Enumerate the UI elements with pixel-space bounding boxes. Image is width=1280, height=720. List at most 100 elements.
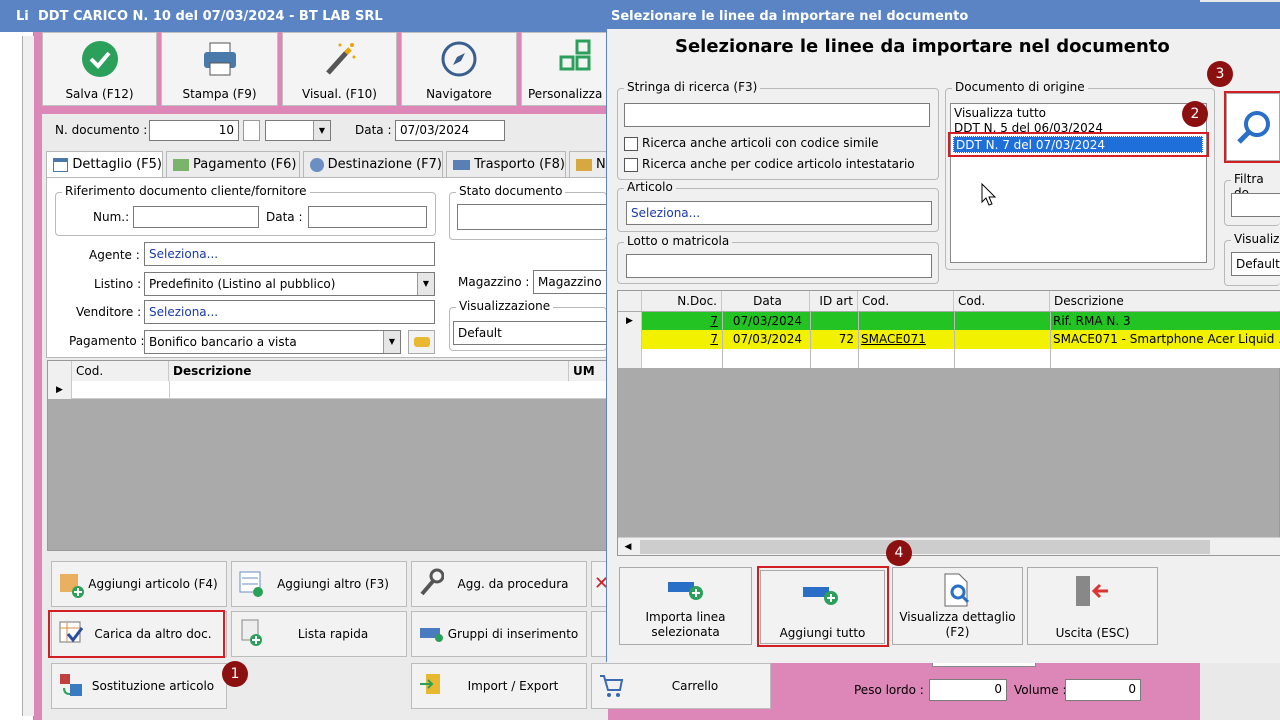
visual-button-label: Visual. (F10) [302,87,377,101]
add-article-button[interactable]: Aggiungi articolo (F4) [51,561,227,607]
ref-date-input[interactable] [308,206,427,228]
document-search-icon [941,572,973,611]
agente-input[interactable]: Seleziona... [144,242,435,266]
scrollbar-thumb[interactable] [640,540,1210,554]
payment-lookup-button[interactable] [408,330,435,354]
highlight-load-from-other-doc [48,610,225,658]
tab-destinazione[interactable]: Destinazione (F7) [303,151,443,177]
lot-group-title: Lotto o matricola [624,234,733,248]
grid-header-cod[interactable]: Cod. [72,361,169,381]
holder-code-checkbox[interactable]: Ricerca anche per codice articolo intest… [624,157,915,172]
add-from-procedure-button[interactable]: Agg. da procedura [411,561,587,607]
table-row[interactable] [618,349,1280,368]
settings-button-partial[interactable] [591,611,607,657]
insertion-groups-button[interactable]: Gruppi di inserimento [411,611,587,657]
import-export-button[interactable]: Import / Export [411,663,587,709]
view-detail-button[interactable]: Visualizza dettaglio (F2) [892,567,1023,645]
search-input[interactable] [624,103,930,127]
pagamento-select[interactable]: Bonifico bancario a vista ▼ [144,330,401,354]
grid-header-descrizione[interactable]: Descrizione [169,361,569,381]
add-other-button[interactable]: Aggiungi altro (F3) [231,561,407,607]
table-row[interactable]: ▶ 7 07/03/2024 Rif. RMA N. 3 [618,312,1280,330]
lines-header-cod2[interactable]: Cod. [954,291,1050,311]
row-desc: SMACE071 - Smartphone Acer Liquid ... [1053,332,1280,346]
lines-header-ndoc[interactable]: N.Doc. [642,291,722,311]
grid-header-blank [48,361,72,381]
printer-icon [200,39,240,82]
horizontal-scrollbar[interactable]: ◀ [618,537,1280,555]
customize-button[interactable]: Personalizza [521,32,607,106]
row-ndoc[interactable]: 7 [642,312,722,330]
lines-header-blank [618,291,642,311]
tab-dettaglio[interactable]: Dettaglio (F5) [46,151,163,177]
highlight-ddt7 [948,132,1209,157]
table-row[interactable]: 7 07/03/2024 72 SMACE071 SMACE071 - Smar… [618,330,1280,349]
listino-value: Predefinito (Listino al pubblico) [149,277,336,291]
delete-button-partial[interactable]: ✕ [591,561,607,607]
import-selected-button[interactable]: Importa linea selezionata [619,567,752,645]
tab-note[interactable]: N [569,151,607,177]
row-indicator-icon: ▶ [48,381,72,399]
doc-number-label: N. documento : [55,123,148,137]
row-idart: 72 [838,332,854,346]
num-input[interactable] [133,206,259,228]
doc-number-input[interactable]: 10 [149,120,239,141]
wrench-icon [418,568,445,601]
tab-pagamento[interactable]: Pagamento (F6) [166,151,300,177]
origin-item-all[interactable]: Visualizza tutto [954,106,1204,122]
coins-icon [414,337,430,347]
listino-label: Listino : [94,277,142,291]
lot-input[interactable] [626,254,932,278]
lines-header-data[interactable]: Data [722,291,810,311]
grid-col-divider [810,312,811,368]
row-ndoc[interactable]: 7 [642,330,722,348]
dialog-visual-group-title: Visualizz [1231,232,1280,246]
filter-input[interactable] [1231,193,1280,217]
row-indicator-icon: ▶ [618,312,642,330]
table-row[interactable]: ▶ [48,381,608,399]
visual-button[interactable]: Visual. (F10) [282,32,397,106]
highlight-search-button [1224,91,1280,163]
add-other-label: Aggiungi altro (F3) [277,577,389,591]
doc-series-select[interactable]: ▼ [265,120,331,141]
checkbox-icon [624,157,638,172]
gross-weight-input[interactable]: 0 [929,679,1007,701]
chevron-down-icon: ▼ [417,273,434,295]
venditore-input[interactable]: Seleziona... [144,300,435,324]
lines-grid[interactable]: N.Doc. Data ID art Cod. Cod. Descrizione… [617,290,1280,556]
doc-suffix-box[interactable] [243,120,260,141]
lines-header-cod[interactable]: Cod. [858,291,954,311]
quick-list-button[interactable]: Lista rapida [231,611,407,657]
exit-button[interactable]: Uscita (ESC) [1027,567,1158,645]
similar-code-checkbox[interactable]: Ricerca anche articoli con codice simile [624,136,879,151]
pagamento-value: Bonifico bancario a vista [149,335,297,349]
dialog-visual-select[interactable]: Default [1231,252,1280,276]
insertion-groups-label: Gruppi di inserimento [447,627,579,641]
save-button-label: Salva (F12) [65,87,134,101]
tab-note-label: N [596,157,606,172]
scroll-left-icon[interactable]: ◀ [620,540,636,554]
print-button[interactable]: Stampa (F9) [161,32,278,106]
dialog-heading: Selezionare le linee da importare nel do… [675,36,1170,57]
grid-header-um[interactable]: UM [569,361,608,381]
date-label: Data : [355,123,392,137]
save-button[interactable]: Salva (F12) [42,32,157,106]
magazzino-select[interactable]: Magazzino p [533,270,607,294]
navigator-button[interactable]: Navigatore [401,32,517,106]
replace-article-button[interactable]: Sostituzione articolo [51,663,227,709]
visual-select[interactable]: Default [453,321,607,345]
lines-header-idart[interactable]: ID art [810,291,858,311]
date-input[interactable]: 07/03/2024 [395,120,505,141]
listino-select[interactable]: Predefinito (Listino al pubblico) ▼ [144,272,435,296]
agente-label: Agente : [89,248,140,262]
cart-button[interactable]: Carrello [591,663,771,709]
row-cod[interactable]: SMACE071 [858,330,954,348]
tab-trasporto[interactable]: Trasporto (F8) [446,151,566,177]
article-input[interactable]: Seleziona... [626,201,932,225]
volume-input[interactable]: 0 [1065,679,1141,701]
grid-col-divider [722,312,723,368]
lines-header-descrizione[interactable]: Descrizione [1050,291,1280,311]
status-input[interactable] [457,204,607,230]
view-detail-label: Visualizza dettaglio (F2) [899,610,1016,639]
main-grid[interactable]: Cod. Descrizione UM ▶ [47,360,608,551]
